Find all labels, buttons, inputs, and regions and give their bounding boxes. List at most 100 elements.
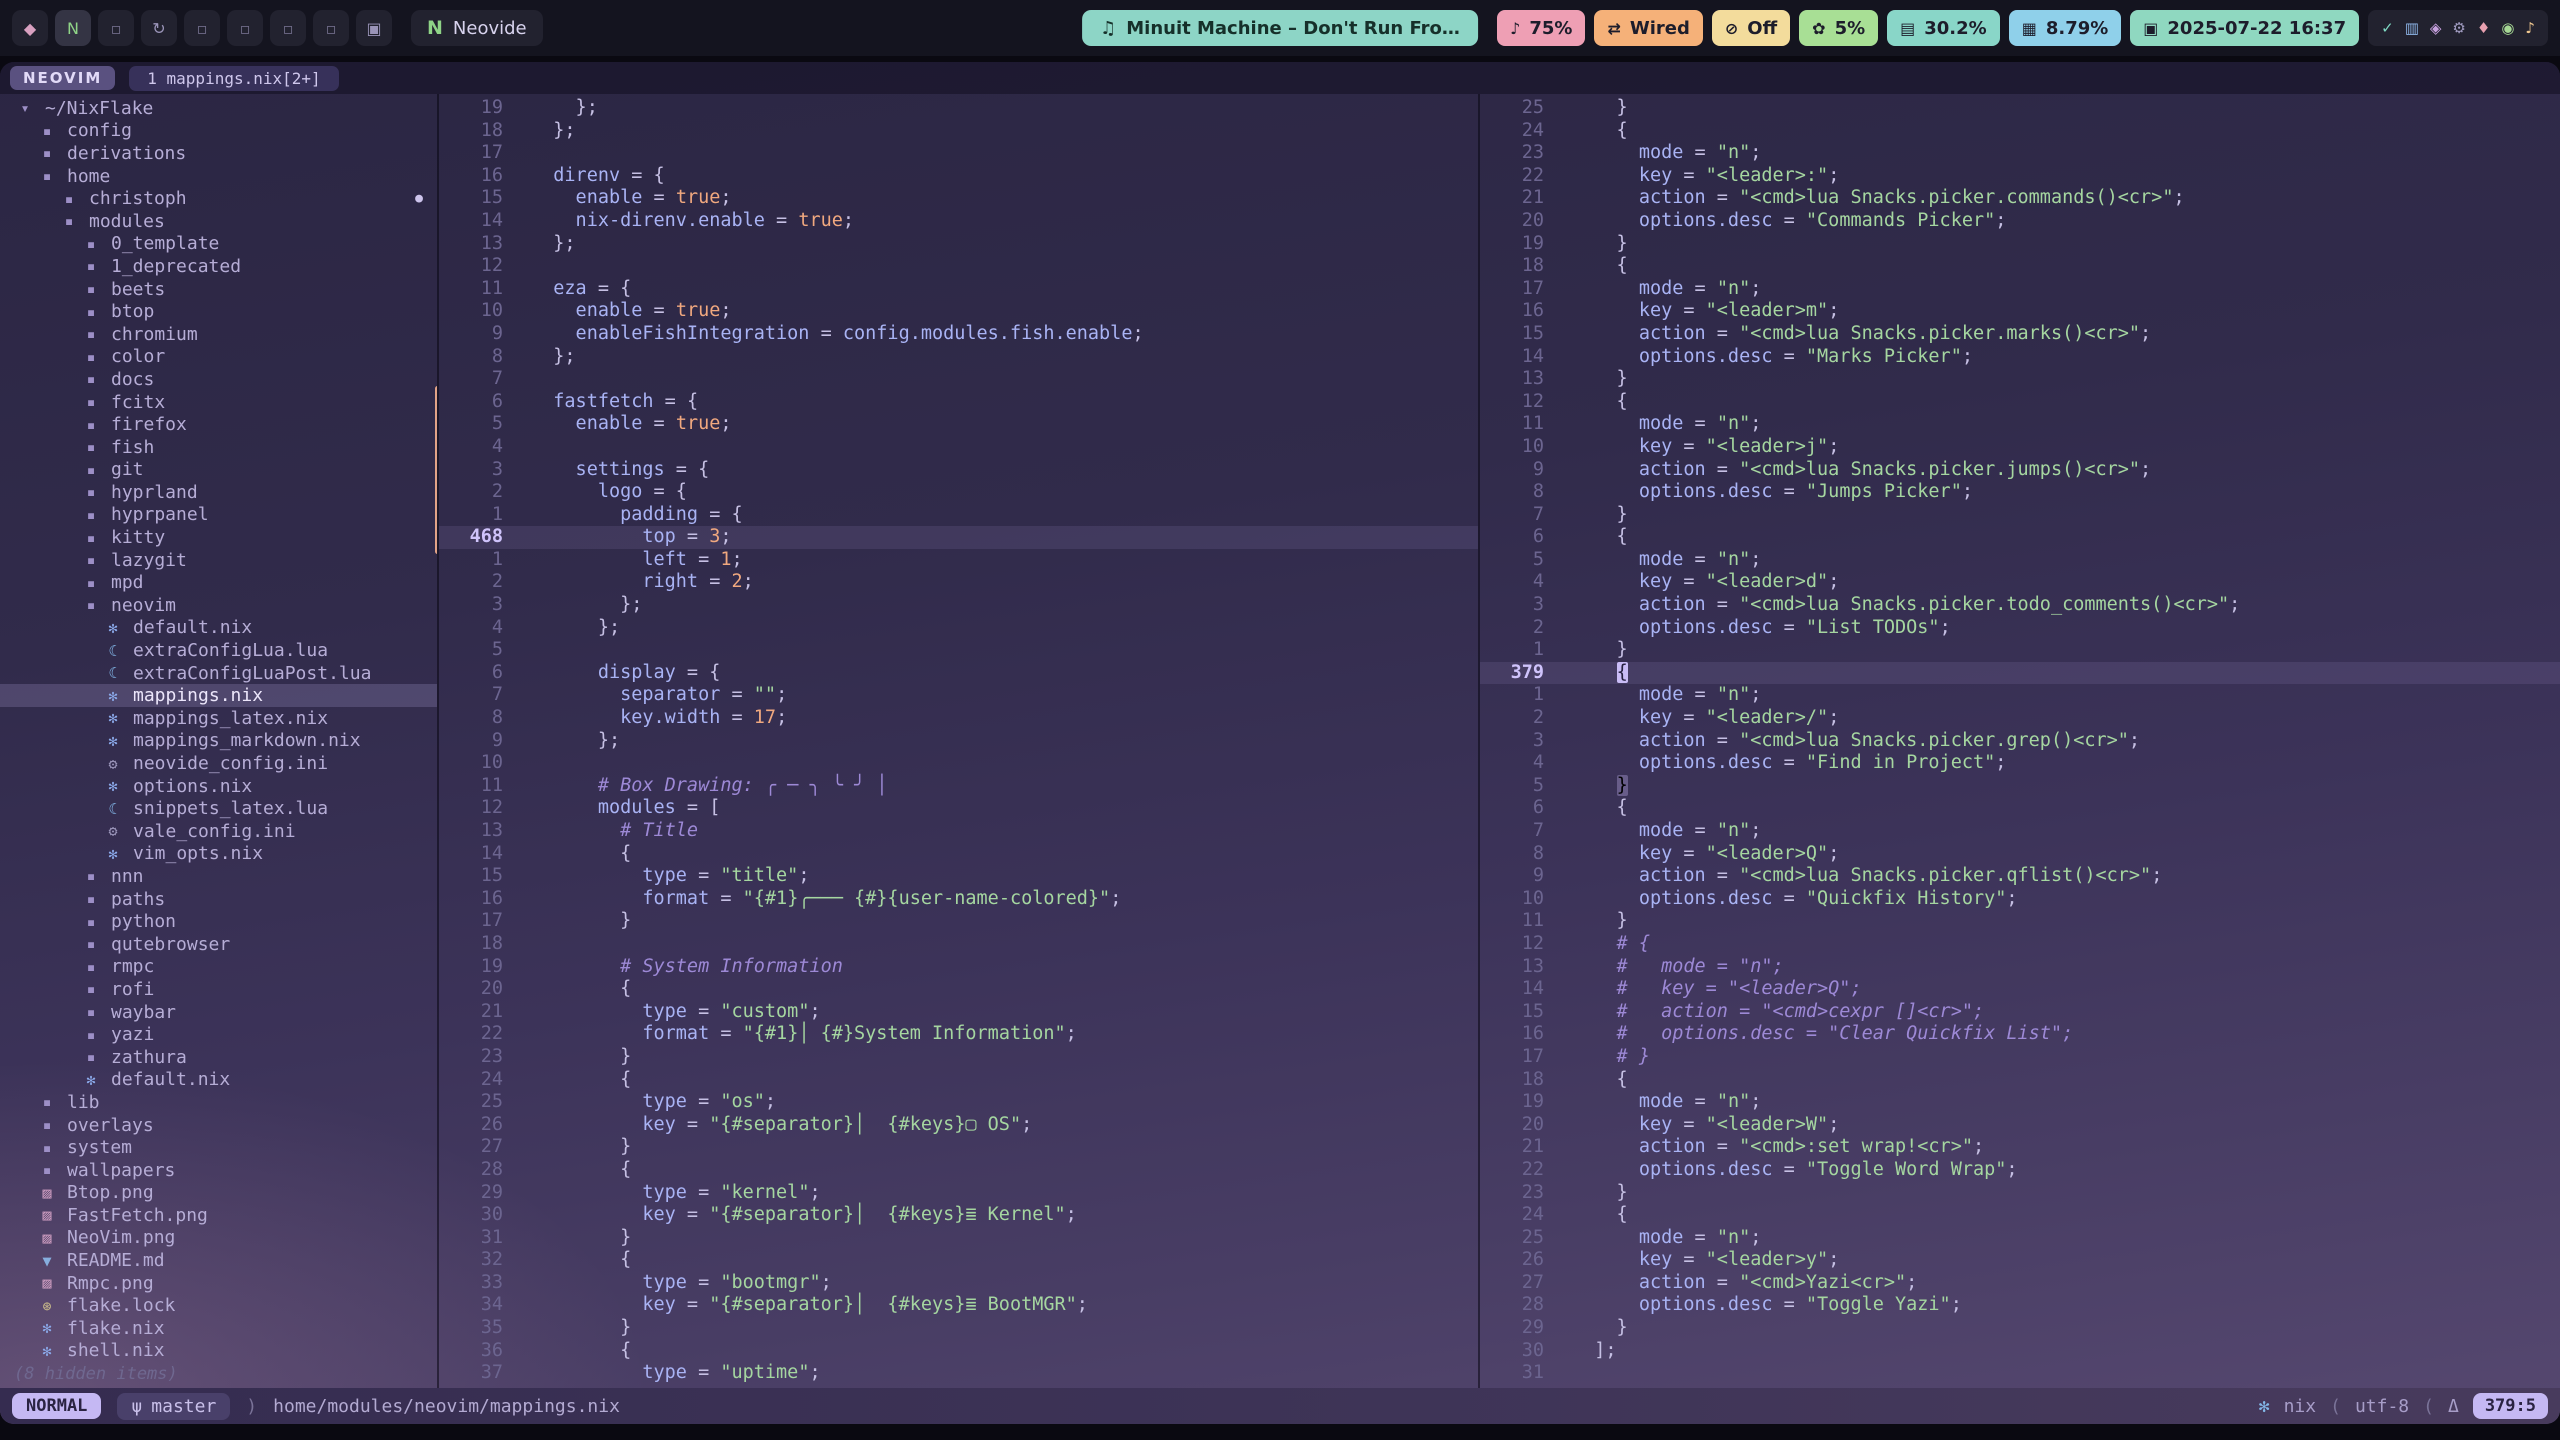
code-line[interactable]: 13 # mode = "n"; — [1480, 956, 2560, 979]
tray-icon-7[interactable]: ♪ — [2525, 19, 2535, 37]
code-line[interactable]: 15 type = "title"; — [439, 865, 1478, 888]
tree-item[interactable]: ▪overlays — [0, 1114, 437, 1137]
app-title[interactable]: N Neovide — [411, 10, 543, 46]
module-network[interactable]: ⇄Wired — [1594, 10, 1702, 46]
code-line[interactable]: 31 — [1480, 1362, 2560, 1385]
code-line[interactable]: 3 action = "<cmd>lua Snacks.picker.todo_… — [1480, 594, 2560, 617]
tree-item[interactable]: ▪beets — [0, 278, 437, 301]
tree-item[interactable]: ▪derivations — [0, 142, 437, 165]
tree-item[interactable]: ▪git — [0, 459, 437, 482]
tree-item[interactable]: ▪system — [0, 1136, 437, 1159]
code-line[interactable]: 6 fastfetch = { — [439, 391, 1478, 414]
code-line[interactable]: 11 mode = "n"; — [1480, 413, 2560, 436]
code-line[interactable]: 10 key = "<leader>j"; — [1480, 436, 2560, 459]
tree-item[interactable]: ▪modules — [0, 210, 437, 233]
code-line[interactable]: 4 options.desc = "Find in Project"; — [1480, 752, 2560, 775]
tree-item[interactable]: ▪docs — [0, 368, 437, 391]
workspace-button-9[interactable]: ▣ — [356, 10, 392, 46]
code-line[interactable]: 468 top = 3; — [439, 526, 1478, 549]
code-line[interactable]: 10 — [439, 752, 1478, 775]
tree-item[interactable]: ▨Rmpc.png — [0, 1272, 437, 1295]
code-line[interactable]: 9 }; — [439, 730, 1478, 753]
code-line[interactable]: 7 separator = ""; — [439, 684, 1478, 707]
code-line[interactable]: 25 mode = "n"; — [1480, 1227, 2560, 1250]
tray-icon-1[interactable]: ✓ — [2381, 19, 2394, 37]
workspace-button-5[interactable]: ▫ — [184, 10, 220, 46]
code-line[interactable]: 9 enableFishIntegration = config.modules… — [439, 323, 1478, 346]
code-line[interactable]: 14 { — [439, 843, 1478, 866]
tree-item[interactable]: ▪rmpc — [0, 956, 437, 979]
code-line[interactable]: 34 key = "{#separator}│ {#keys}≣ BootMGR… — [439, 1294, 1478, 1317]
code-line[interactable]: 12 modules = [ — [439, 797, 1478, 820]
code-line[interactable]: 11 # Box Drawing: ╭ ─ ╮ ╰ ╯ │ — [439, 775, 1478, 798]
module-volume[interactable]: ♪75% — [1497, 10, 1585, 46]
module-clock[interactable]: ▣2025-07-22 16:37 — [2130, 10, 2359, 46]
code-line[interactable]: 15 # action = "<cmd>cexpr []<cr>"; — [1480, 1001, 2560, 1024]
module-battery[interactable]: ✿5% — [1799, 10, 1878, 46]
tree-item[interactable]: ▪config — [0, 120, 437, 143]
file-tree[interactable]: ▾~/NixFlake▪config▪derivations▪home▪chri… — [0, 94, 437, 1388]
tree-item[interactable]: ▪hyprland — [0, 481, 437, 504]
code-line[interactable]: 7 mode = "n"; — [1480, 820, 2560, 843]
code-line[interactable]: 31 } — [439, 1227, 1478, 1250]
code-line[interactable]: 2 right = 2; — [439, 571, 1478, 594]
code-line[interactable]: 5 enable = true; — [439, 413, 1478, 436]
code-line[interactable]: 25 type = "os"; — [439, 1091, 1478, 1114]
module-memory[interactable]: ▤30.2% — [1887, 10, 2000, 46]
workspace-button-1[interactable]: ◆ — [12, 10, 48, 46]
tree-item[interactable]: ✻default.nix — [0, 617, 437, 640]
tree-item[interactable]: ▪fcitx — [0, 391, 437, 414]
code-line[interactable]: 21 type = "custom"; — [439, 1001, 1478, 1024]
code-line[interactable]: 16 key = "<leader>m"; — [1480, 300, 2560, 323]
tree-scrollbar[interactable] — [435, 386, 437, 554]
code-line[interactable]: 2 logo = { — [439, 481, 1478, 504]
workspace-button-3[interactable]: ▫ — [98, 10, 134, 46]
code-line[interactable]: 13 # Title — [439, 820, 1478, 843]
code-line[interactable]: 37 type = "uptime"; — [439, 1362, 1478, 1385]
code-line[interactable]: 2 key = "<leader>/"; — [1480, 707, 2560, 730]
tree-item[interactable]: ▪home — [0, 165, 437, 188]
code-line[interactable]: 1 padding = { — [439, 504, 1478, 527]
code-line[interactable]: 7 } — [1480, 504, 2560, 527]
code-line[interactable]: 19 mode = "n"; — [1480, 1091, 2560, 1114]
code-line[interactable]: 5 } — [1480, 775, 2560, 798]
code-line[interactable]: 1 mode = "n"; — [1480, 684, 2560, 707]
tray-icon-4[interactable]: ⚙ — [2452, 19, 2465, 37]
tree-item[interactable]: ▨Btop.png — [0, 1182, 437, 1205]
code-line[interactable]: 13 } — [1480, 368, 2560, 391]
tree-item[interactable]: ▪fish — [0, 436, 437, 459]
code-line[interactable]: 5 — [439, 639, 1478, 662]
tree-item[interactable]: ✻mappings_latex.nix — [0, 707, 437, 730]
tree-item[interactable]: ✻mappings_markdown.nix — [0, 730, 437, 753]
code-line[interactable]: 9 action = "<cmd>lua Snacks.picker.jumps… — [1480, 459, 2560, 482]
code-line[interactable]: 1 } — [1480, 639, 2560, 662]
code-line[interactable]: 26 key = "{#separator}│ {#keys}▢ OS"; — [439, 1114, 1478, 1137]
code-line[interactable]: 11 eza = { — [439, 278, 1478, 301]
code-line[interactable]: 33 type = "bootmgr"; — [439, 1272, 1478, 1295]
code-line[interactable]: 17 — [439, 142, 1478, 165]
tree-item[interactable]: ✻mappings.nix — [0, 684, 437, 707]
code-line[interactable]: 16 # options.desc = "Clear Quickfix List… — [1480, 1023, 2560, 1046]
code-line[interactable]: 20 options.desc = "Commands Picker"; — [1480, 210, 2560, 233]
code-line[interactable]: 14 nix-direnv.enable = true; — [439, 210, 1478, 233]
tree-item[interactable]: ▪waybar — [0, 1001, 437, 1024]
code-line[interactable]: 17 mode = "n"; — [1480, 278, 2560, 301]
code-line[interactable]: 19 } — [1480, 233, 2560, 256]
code-line[interactable]: 20 key = "<leader>W"; — [1480, 1114, 2560, 1137]
code-line[interactable]: 18 { — [1480, 255, 2560, 278]
tree-item[interactable]: ▪qutebrowser — [0, 933, 437, 956]
workspace-button-4[interactable]: ↻ — [141, 10, 177, 46]
music-widget[interactable]: ♫ Minuit Machine – Don't Run Fro… — [1082, 10, 1478, 46]
tree-item[interactable]: ✻default.nix — [0, 1069, 437, 1092]
code-line[interactable]: 27 action = "<cmd>Yazi<cr>"; — [1480, 1272, 2560, 1295]
tree-item[interactable]: ✻shell.nix — [0, 1340, 437, 1363]
code-line[interactable]: 30 key = "{#separator}│ {#keys}≣ Kernel"… — [439, 1204, 1478, 1227]
code-line[interactable]: 22 key = "<leader>:"; — [1480, 165, 2560, 188]
tray-icon-2[interactable]: ▥ — [2405, 19, 2419, 37]
tray-icon-5[interactable]: ♦ — [2477, 19, 2490, 37]
tray-icon-3[interactable]: ◈ — [2430, 19, 2442, 37]
workspace-button-7[interactable]: ▫ — [270, 10, 306, 46]
code-line[interactable]: 15 action = "<cmd>lua Snacks.picker.mark… — [1480, 323, 2560, 346]
code-line[interactable]: 16 direnv = { — [439, 165, 1478, 188]
code-line[interactable]: 3 action = "<cmd>lua Snacks.picker.grep(… — [1480, 730, 2560, 753]
